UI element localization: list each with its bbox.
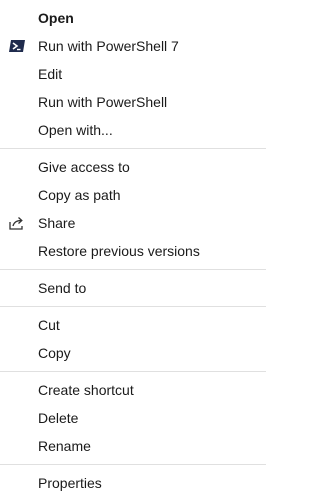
menu-item-create-shortcut[interactable]: Create shortcut	[0, 376, 266, 404]
menu-item-label: Run with PowerShell	[38, 94, 168, 110]
menu-item-run-with-powershell-7[interactable]: Run with PowerShell 7	[0, 32, 266, 60]
menu-item-label: Share	[38, 215, 76, 231]
menu-item-label: Give access to	[38, 159, 130, 175]
share-icon	[9, 217, 23, 230]
menu-item-label: Open	[38, 10, 74, 26]
menu-item-restore-previous-versions[interactable]: Restore previous versions	[0, 237, 266, 265]
menu-item-properties[interactable]: Properties	[0, 469, 266, 497]
menu-item-cut[interactable]: Cut	[0, 311, 266, 339]
menu-item-run-with-powershell[interactable]: Run with PowerShell	[0, 88, 266, 116]
powershell-icon	[9, 40, 25, 52]
menu-item-delete[interactable]: Delete	[0, 404, 266, 432]
menu-item-label: Restore previous versions	[38, 243, 200, 259]
menu-item-label: Copy	[38, 345, 71, 361]
menu-separator	[0, 148, 266, 149]
menu-item-open-with[interactable]: Open with...	[0, 116, 266, 144]
menu-separator	[0, 371, 266, 372]
menu-item-label: Cut	[38, 317, 60, 333]
menu-separator	[0, 269, 266, 270]
menu-item-share[interactable]: Share	[0, 209, 266, 237]
menu-item-label: Properties	[38, 475, 102, 491]
menu-item-send-to[interactable]: Send to	[0, 274, 266, 302]
menu-item-label: Send to	[38, 280, 87, 296]
menu-separator	[0, 306, 266, 307]
menu-item-copy[interactable]: Copy	[0, 339, 266, 367]
menu-item-label: Run with PowerShell 7	[38, 38, 179, 54]
menu-item-rename[interactable]: Rename	[0, 432, 266, 460]
menu-separator	[0, 464, 266, 465]
menu-item-label: Open with...	[38, 122, 113, 138]
menu-item-label: Edit	[38, 66, 63, 82]
menu-item-give-access-to[interactable]: Give access to	[0, 153, 266, 181]
menu-item-label: Copy as path	[38, 187, 121, 203]
menu-item-open[interactable]: Open	[0, 4, 266, 32]
menu-item-label: Delete	[38, 410, 79, 426]
menu-item-label: Rename	[38, 438, 91, 454]
menu-item-edit[interactable]: Edit	[0, 60, 266, 88]
menu-item-label: Create shortcut	[38, 382, 134, 398]
menu-item-copy-as-path[interactable]: Copy as path	[0, 181, 266, 209]
context-menu: Open Run with PowerShell 7 Edit Run with…	[0, 0, 266, 498]
